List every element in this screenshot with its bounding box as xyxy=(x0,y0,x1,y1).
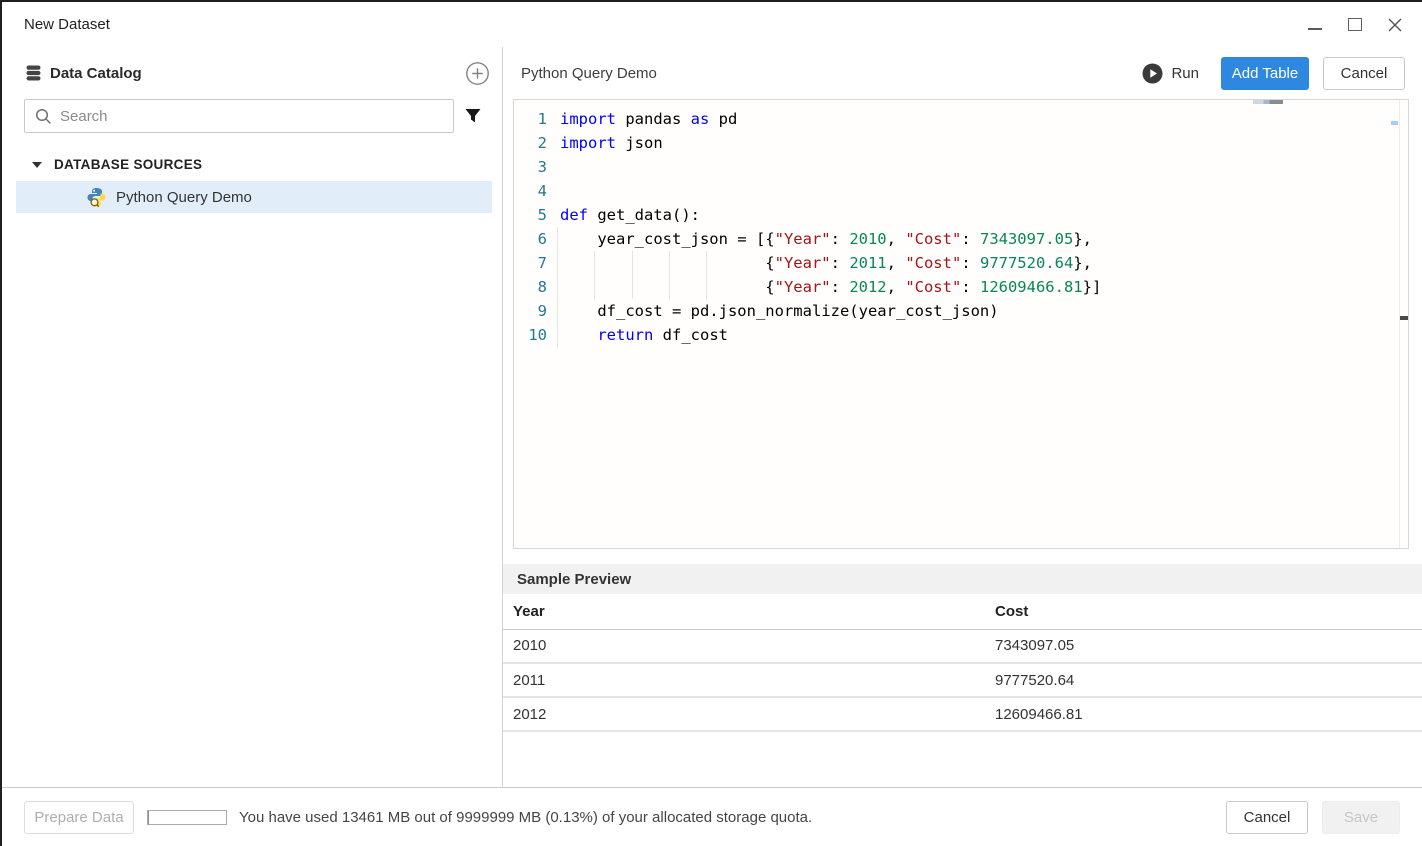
preview-column-header: Year xyxy=(503,594,985,629)
close-icon xyxy=(1387,17,1403,33)
storage-quota-text: You have used 13461 MB out of 9999999 MB… xyxy=(239,809,812,826)
main-actions: Run Add Table Cancel xyxy=(1142,57,1405,90)
line-number: 8 xyxy=(514,275,547,299)
sidebar-title: Data Catalog xyxy=(50,65,142,82)
run-button[interactable]: Run xyxy=(1142,63,1199,84)
table-cell: 2011 xyxy=(503,663,985,697)
table-row[interactable]: 20107343097.05 xyxy=(503,629,1422,663)
table-cell: 7343097.05 xyxy=(985,629,1422,663)
code-text xyxy=(547,179,560,203)
line-number: 9 xyxy=(514,299,547,323)
line-number: 5 xyxy=(514,203,547,227)
code-line[interactable]: 9 df_cost = pd.json_normalize(year_cost_… xyxy=(514,299,1408,323)
code-editor[interactable]: 1import pandas as pd2import json345def g… xyxy=(513,99,1409,549)
sample-preview-title: Sample Preview xyxy=(517,571,631,588)
code-text: import json xyxy=(547,131,663,155)
preview-column-header: Cost xyxy=(985,594,1422,629)
code-line[interactable]: 10 return df_cost xyxy=(514,323,1408,347)
line-number: 1 xyxy=(514,107,547,131)
line-number: 4 xyxy=(514,179,547,203)
main-header: Python Query Demo Run Add Table Cancel xyxy=(503,47,1422,99)
prepare-data-button[interactable]: Prepare Data xyxy=(24,801,134,834)
plus-circle-icon xyxy=(465,61,490,86)
table-cell: 2010 xyxy=(503,629,985,663)
code-text: import pandas as pd xyxy=(547,107,737,131)
footer-actions: Cancel Save xyxy=(1226,801,1400,834)
storage-progress-bar xyxy=(147,810,227,825)
database-sources-section[interactable]: DATABASE SOURCES xyxy=(24,157,492,172)
line-number: 7 xyxy=(514,251,547,275)
code-text: {"Year": 2012, "Cost": 12609466.81}] xyxy=(547,275,1101,299)
minimize-icon xyxy=(1308,28,1322,30)
content-area: Data Catalog xyxy=(2,47,1422,787)
code-text: year_cost_json = [{"Year": 2010, "Cost":… xyxy=(547,227,1092,251)
sidebar-header: Data Catalog xyxy=(24,60,492,86)
cancel-button-top[interactable]: Cancel xyxy=(1323,57,1405,90)
table-row[interactable]: 20119777520.64 xyxy=(503,663,1422,697)
code-line[interactable]: 3 xyxy=(514,155,1408,179)
sidebar-item-python-query-demo[interactable]: Python Query Demo xyxy=(16,181,492,213)
sidebar-item-label: Python Query Demo xyxy=(116,189,252,206)
line-number: 10 xyxy=(514,323,547,347)
preview-table-header-row: YearCost xyxy=(503,594,1422,629)
filter-funnel-icon xyxy=(464,107,482,125)
play-icon xyxy=(1142,63,1163,84)
maximize-button[interactable] xyxy=(1346,16,1364,34)
search-box[interactable] xyxy=(24,99,454,133)
minimize-button[interactable] xyxy=(1306,16,1324,34)
code-text: return df_cost xyxy=(547,323,728,347)
sample-preview-header: Sample Preview xyxy=(503,564,1422,594)
close-button[interactable] xyxy=(1386,16,1404,34)
table-cell: 12609466.81 xyxy=(985,697,1422,731)
table-row[interactable]: 201212609466.81 xyxy=(503,697,1422,731)
code-line[interactable]: 8 {"Year": 2012, "Cost": 12609466.81}] xyxy=(514,275,1408,299)
code-text xyxy=(547,155,560,179)
code-line[interactable]: 2import json xyxy=(514,131,1408,155)
code-line[interactable]: 1import pandas as pd xyxy=(514,107,1408,131)
preview-table: YearCost 20107343097.0520119777520.64201… xyxy=(503,594,1422,732)
line-number: 6 xyxy=(514,227,547,251)
code-line[interactable]: 6 year_cost_json = [{"Year": 2010, "Cost… xyxy=(514,227,1408,251)
section-label: DATABASE SOURCES xyxy=(54,157,202,172)
filter-button[interactable] xyxy=(454,107,492,125)
sidebar-search-row xyxy=(24,99,492,133)
main-panel: Python Query Demo Run Add Table Cancel xyxy=(503,47,1422,787)
code-lines: 1import pandas as pd2import json345def g… xyxy=(514,100,1408,347)
code-line[interactable]: 4 xyxy=(514,179,1408,203)
run-label: Run xyxy=(1171,65,1199,82)
window-controls xyxy=(1306,16,1404,34)
footer-bar: Prepare Data You have used 13461 MB out … xyxy=(2,787,1422,846)
search-input[interactable] xyxy=(60,108,445,125)
table-cell: 9777520.64 xyxy=(985,663,1422,697)
window-title: New Dataset xyxy=(24,16,110,33)
code-text: {"Year": 2011, "Cost": 9777520.64}, xyxy=(547,251,1092,275)
code-text: df_cost = pd.json_normalize(year_cost_js… xyxy=(547,299,999,323)
database-icon xyxy=(24,64,43,82)
code-line[interactable]: 5def get_data(): xyxy=(514,203,1408,227)
code-text: def get_data(): xyxy=(547,203,700,227)
cancel-button-bottom[interactable]: Cancel xyxy=(1226,801,1308,834)
titlebar: New Dataset xyxy=(2,2,1422,47)
preview-table-body: 20107343097.0520119777520.64201212609466… xyxy=(503,629,1422,731)
data-catalog-sidebar: Data Catalog xyxy=(2,47,503,787)
python-icon xyxy=(86,187,107,208)
save-button[interactable]: Save xyxy=(1322,801,1400,834)
table-cell: 2012 xyxy=(503,697,985,731)
maximize-icon xyxy=(1348,18,1362,31)
search-icon xyxy=(35,108,52,125)
query-title: Python Query Demo xyxy=(521,65,657,82)
line-number: 3 xyxy=(514,155,547,179)
add-table-button[interactable]: Add Table xyxy=(1221,57,1309,90)
line-number: 2 xyxy=(514,131,547,155)
code-line[interactable]: 7 {"Year": 2011, "Cost": 9777520.64}, xyxy=(514,251,1408,275)
sample-preview: Sample Preview YearCost 20107343097.0520… xyxy=(503,564,1422,732)
add-source-button[interactable] xyxy=(465,61,490,86)
chevron-down-icon xyxy=(32,162,42,168)
